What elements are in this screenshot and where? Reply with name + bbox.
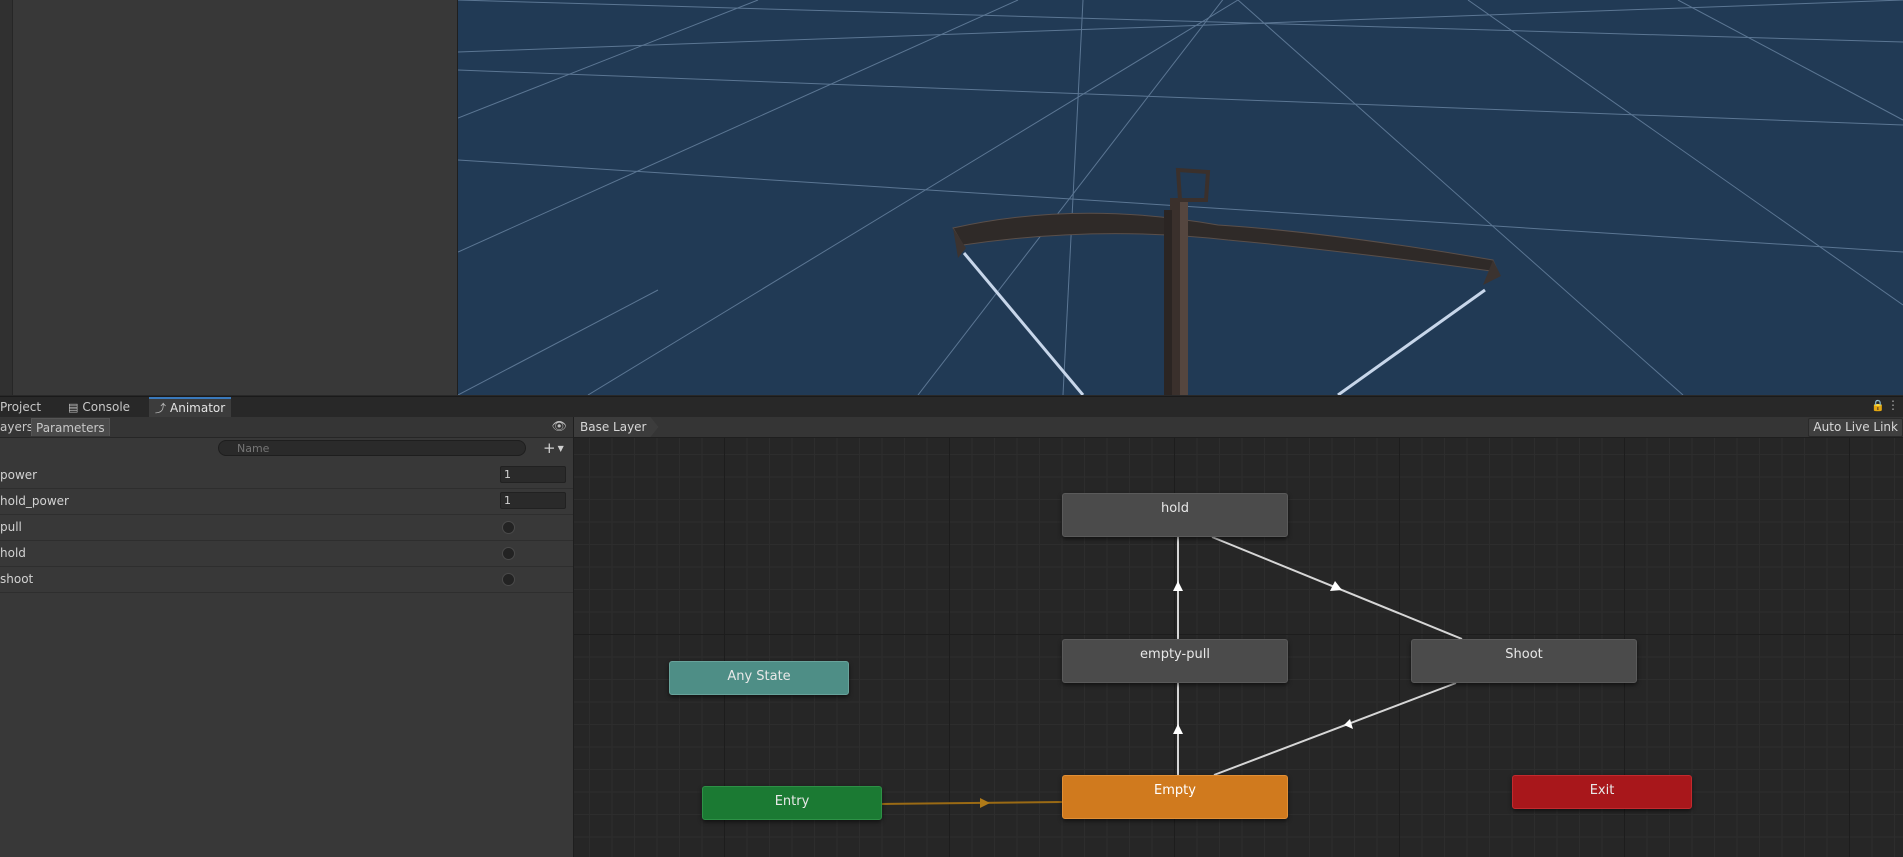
parameter-value-input[interactable]: [500, 492, 566, 509]
parameter-row-hold[interactable]: hold: [0, 541, 573, 567]
transition-entry-to-empty: [881, 801, 1063, 805]
tab-project-label: Project: [0, 400, 42, 414]
parameter-value-input[interactable]: [500, 466, 566, 483]
caret-down-icon: ▼: [557, 443, 564, 453]
console-icon: ▤: [68, 401, 79, 414]
window-tab-bar: Project ▤ Console ⤴ Animator 🔒 ⋮: [0, 396, 1903, 418]
state-label: Any State: [727, 669, 791, 684]
tab-animator[interactable]: ⤴ Animator: [149, 397, 232, 417]
panel-strip: [0, 0, 13, 395]
state-label: Entry: [774, 794, 810, 809]
parameter-name: hold_power: [0, 494, 69, 508]
state-label: hold: [1160, 501, 1190, 516]
parameter-bool-toggle[interactable]: [502, 547, 515, 560]
subtab-parameters-label: Parameters: [36, 421, 105, 435]
plus-icon: +: [543, 439, 556, 457]
transition-arrow: [980, 798, 990, 808]
animator-icon: ⤴: [155, 402, 166, 415]
subtab-parameters[interactable]: Parameters: [31, 418, 110, 436]
parameter-name: power: [0, 468, 38, 482]
transition-arrow: [1173, 724, 1183, 734]
parameter-bool-toggle[interactable]: [502, 521, 515, 534]
tab-project[interactable]: Project: [0, 397, 47, 417]
animator-graph[interactable]: hold empty-pull Shoot Any State Empty En…: [574, 417, 1903, 857]
transition-arrow: [1173, 581, 1183, 591]
state-label: Empty: [1154, 783, 1196, 798]
state-entry[interactable]: Entry: [702, 786, 882, 820]
crossbow-model: [952, 167, 1501, 395]
parameter-row-shoot[interactable]: shoot: [0, 567, 573, 593]
state-label: Exit: [1589, 783, 1615, 798]
parameter-row-power[interactable]: power: [0, 463, 573, 489]
parameter-name: shoot: [0, 572, 34, 586]
state-any-state[interactable]: Any State: [669, 661, 849, 695]
subtab-layers-label: ayers: [0, 420, 34, 434]
hierarchy-panel: [0, 0, 458, 395]
parameter-row-hold-power[interactable]: hold_power: [0, 489, 573, 515]
state-hold[interactable]: hold: [1062, 493, 1288, 537]
transition-shoot-to-empty: [1213, 682, 1457, 776]
add-parameter-button[interactable]: + ▼: [543, 440, 569, 458]
tab-console[interactable]: ▤ Console: [62, 397, 136, 417]
lock-icon[interactable]: 🔒: [1871, 399, 1885, 412]
auto-live-link-button[interactable]: Auto Live Link: [1808, 418, 1903, 437]
tab-console-label: Console: [82, 400, 131, 414]
auto-live-link-label: Auto Live Link: [1813, 420, 1898, 434]
parameters-subbar: ayers Parameters 👁: [0, 417, 573, 438]
kebab-menu-icon[interactable]: ⋮: [1887, 398, 1899, 412]
state-empty-pull[interactable]: empty-pull: [1062, 639, 1288, 683]
state-exit[interactable]: Exit: [1512, 775, 1692, 809]
eye-icon[interactable]: 👁: [552, 419, 567, 433]
parameter-name: hold: [0, 546, 26, 560]
state-shoot[interactable]: Shoot: [1411, 639, 1637, 683]
parameter-name: pull: [0, 520, 22, 534]
transition-arrow: [1344, 719, 1353, 729]
parameters-panel: ayers Parameters 👁 ⚲ +▼ power hold_power…: [0, 417, 574, 857]
parameter-search-row: ⚲ +▼: [0, 438, 573, 460]
parameter-bool-toggle[interactable]: [502, 573, 515, 586]
breadcrumb-label: Base Layer: [580, 420, 647, 434]
scene-view[interactable]: [458, 0, 1903, 395]
parameter-row-pull[interactable]: pull: [0, 515, 573, 541]
scene-render: [458, 0, 1903, 395]
state-label: empty-pull: [1140, 647, 1210, 662]
graph-toolbar: Base Layer Auto Live Link: [574, 417, 1903, 438]
parameter-search-input[interactable]: [218, 440, 526, 456]
state-empty-default[interactable]: Empty: [1062, 775, 1288, 819]
breadcrumb-base-layer[interactable]: Base Layer: [574, 417, 659, 437]
state-label: Shoot: [1505, 647, 1543, 662]
tab-animator-label: Animator: [170, 401, 226, 415]
